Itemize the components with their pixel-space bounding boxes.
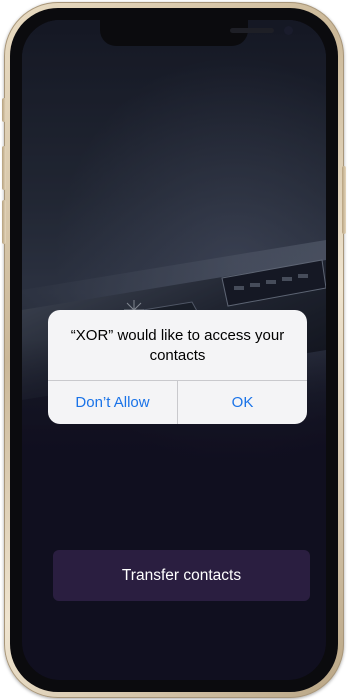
power-button — [342, 166, 346, 234]
dont-allow-button[interactable]: Don’t Allow — [48, 381, 177, 424]
alert-message: “XOR” would like to access your contacts — [70, 327, 285, 364]
contacts-permission-alert: “XOR” would like to access your contacts… — [48, 310, 307, 424]
transfer-contacts-button[interactable]: Transfer contacts — [53, 550, 310, 601]
front-camera-icon — [284, 26, 293, 35]
silent-switch — [2, 98, 6, 122]
volume-down-button — [2, 200, 6, 244]
speaker-grille — [230, 28, 274, 33]
volume-up-button — [2, 146, 6, 190]
ok-button[interactable]: OK — [177, 381, 307, 424]
notch — [100, 20, 293, 46]
alert-actions: Don’t Allow OK — [48, 380, 307, 424]
app-screen: “XOR” would like to access your contacts… — [22, 20, 326, 680]
